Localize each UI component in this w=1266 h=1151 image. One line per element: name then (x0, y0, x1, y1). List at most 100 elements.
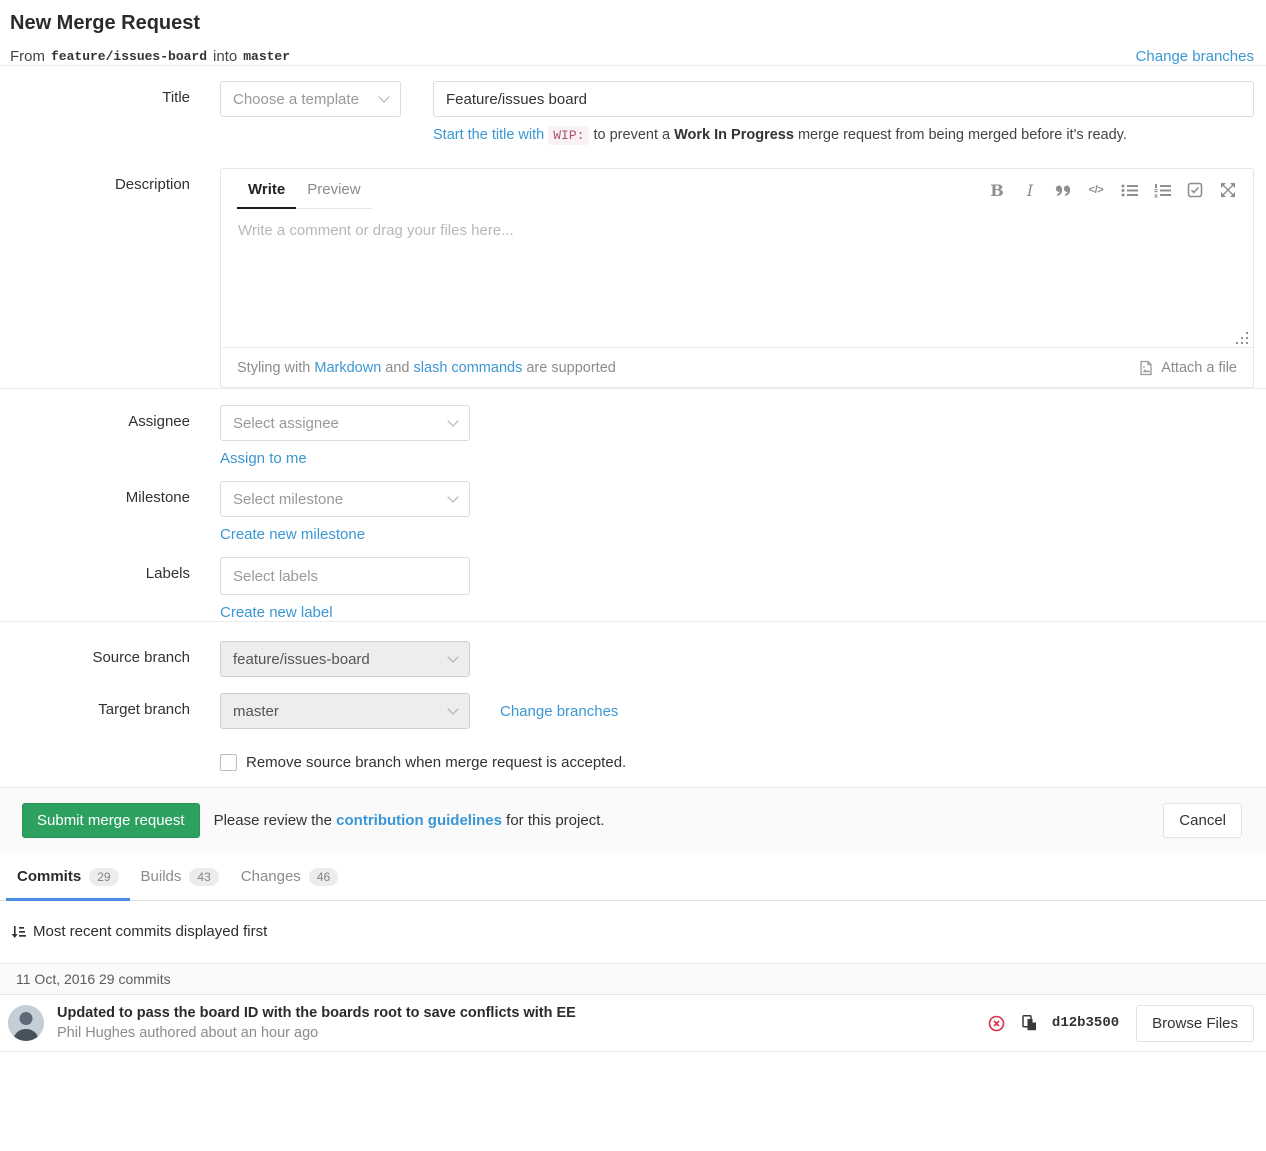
title-label: Title (0, 81, 190, 106)
description-row: Description Write Preview B I </> (0, 168, 1266, 388)
attach-image-icon (1138, 360, 1154, 376)
slash-commands-link[interactable]: slash commands (414, 360, 523, 376)
labels-row: Labels Select labels Create new label (0, 557, 1266, 621)
milestone-dropdown-value: Select milestone (233, 491, 343, 508)
commit-sha[interactable]: d12b3500 (1052, 1015, 1119, 1031)
change-branches-link-top[interactable]: Change branches (1136, 48, 1254, 65)
cancel-button[interactable]: Cancel (1163, 803, 1242, 838)
assignee-row: Assignee Select assignee Assign to me (0, 405, 1266, 467)
tab-builds[interactable]: Builds 43 (130, 853, 230, 900)
labels-input[interactable]: Select labels (220, 557, 470, 595)
tab-write[interactable]: Write (237, 169, 296, 208)
description-label: Description (0, 168, 190, 193)
new-merge-request-page: New Merge Request From feature/issues-bo… (0, 12, 1266, 1052)
quote-icon[interactable] (1054, 181, 1072, 199)
milestone-dropdown[interactable]: Select milestone (220, 481, 470, 517)
page-title: New Merge Request (10, 12, 1254, 35)
assignee-dropdown-value: Select assignee (233, 415, 339, 432)
target-branch-row: Target branch master Change branches (0, 693, 1266, 729)
remove-source-branch-label[interactable]: Remove source branch when merge request … (246, 754, 626, 771)
review-note: Please review the contribution guideline… (214, 812, 605, 829)
markdown-link[interactable]: Markdown (314, 360, 381, 376)
chevron-down-icon (447, 415, 458, 426)
source-branch-dropdown-value: feature/issues-board (233, 651, 370, 668)
into-label: into (213, 48, 237, 65)
wip-hint: Start the title with WIP: to prevent a W… (433, 127, 1254, 143)
milestone-row: Milestone Select milestone Create new mi… (0, 481, 1266, 543)
labels-input-placeholder: Select labels (233, 568, 318, 585)
commit-title[interactable]: Updated to pass the board ID with the bo… (57, 1003, 576, 1023)
tab-preview[interactable]: Preview (296, 169, 371, 208)
browse-files-button[interactable]: Browse Files (1136, 1005, 1254, 1042)
title-row: Title Choose a template (0, 81, 1266, 117)
labels-label: Labels (0, 557, 190, 582)
commit-row: Updated to pass the board ID with the bo… (0, 995, 1266, 1052)
page-header: New Merge Request From feature/issues-bo… (0, 12, 1266, 65)
target-branch-dropdown[interactable]: master (220, 693, 470, 729)
change-branches-link-form[interactable]: Change branches (500, 703, 618, 720)
remove-source-branch-row: Remove source branch when merge request … (220, 754, 1266, 771)
source-branch-row: Source branch feature/issues-board (0, 641, 1266, 677)
fullscreen-icon[interactable] (1219, 181, 1237, 199)
commits-count-badge: 29 (89, 868, 118, 886)
header-divider (0, 65, 1266, 66)
target-branch-name: master (243, 49, 290, 64)
template-dropdown[interactable]: Choose a template (220, 81, 401, 117)
remove-source-branch-checkbox[interactable] (220, 754, 237, 771)
chevron-down-icon (447, 651, 458, 662)
create-new-label-link[interactable]: Create new label (220, 604, 333, 621)
create-new-milestone-link[interactable]: Create new milestone (220, 526, 365, 543)
sort-note: Most recent commits displayed first (10, 923, 1266, 940)
markdown-toolbar: B I </> (988, 181, 1237, 209)
commit-meta: Phil Hughes authored about an hour ago (57, 1023, 576, 1043)
build-failed-icon[interactable] (988, 1015, 1005, 1032)
bullet-list-icon[interactable] (1120, 181, 1138, 199)
target-branch-label: Target branch (0, 693, 190, 718)
commit-actions: d12b3500 Browse Files (988, 1005, 1254, 1042)
italic-icon[interactable]: I (1021, 181, 1039, 199)
sort-order-icon (10, 924, 26, 940)
from-label: From (10, 48, 45, 65)
chevron-down-icon (447, 491, 458, 502)
mr-tabs: Commits 29 Builds 43 Changes 46 (0, 853, 1266, 901)
source-branch-dropdown[interactable]: feature/issues-board (220, 641, 470, 677)
wip-hint-link[interactable]: Start the title with (433, 127, 544, 143)
code-icon[interactable]: </> (1087, 181, 1105, 199)
contribution-guidelines-link[interactable]: contribution guidelines (336, 812, 502, 829)
copy-sha-icon[interactable] (1022, 1015, 1037, 1031)
changes-count-badge: 46 (309, 868, 338, 886)
template-dropdown-value: Choose a template (233, 91, 359, 108)
numbered-list-icon[interactable] (1153, 181, 1171, 199)
markdown-header: Write Preview B I </> (221, 169, 1253, 209)
description-placeholder: Write a comment or drag your files here.… (238, 222, 1236, 239)
commits-date-header: 11 Oct, 2016 29 commits (0, 963, 1266, 995)
tab-commits[interactable]: Commits 29 (6, 853, 130, 900)
form-actions-bar: Submit merge request Please review the c… (0, 787, 1266, 853)
commit-text: Updated to pass the board ID with the bo… (57, 1003, 576, 1043)
assignee-dropdown[interactable]: Select assignee (220, 405, 470, 441)
avatar[interactable] (8, 1005, 44, 1041)
bold-icon[interactable]: B (988, 181, 1006, 199)
tab-changes[interactable]: Changes 46 (230, 853, 349, 900)
chevron-down-icon (378, 91, 389, 102)
source-branch-label: Source branch (0, 641, 190, 666)
branch-summary: From feature/issues-board into master Ch… (10, 48, 1254, 65)
resize-grip[interactable] (1236, 332, 1248, 344)
wip-code-chip: WIP: (548, 126, 589, 145)
attach-file-button[interactable]: Attach a file (1138, 360, 1237, 376)
assignee-label: Assignee (0, 405, 190, 430)
description-textarea[interactable]: Write a comment or drag your files here.… (221, 209, 1253, 347)
submit-merge-request-button[interactable]: Submit merge request (22, 803, 200, 838)
wip-bold-text: Work In Progress (674, 127, 794, 143)
builds-count-badge: 43 (189, 868, 218, 886)
markdown-footer: Styling with Markdown and slash commands… (221, 347, 1253, 387)
title-input[interactable] (433, 81, 1254, 117)
chevron-down-icon (447, 703, 458, 714)
task-list-icon[interactable] (1186, 181, 1204, 199)
assign-to-me-link[interactable]: Assign to me (220, 450, 307, 467)
source-branch-name: feature/issues-board (51, 49, 207, 64)
editor-tabs: Write Preview (237, 169, 372, 209)
milestone-label: Milestone (0, 481, 190, 506)
description-editor: Write Preview B I </> (220, 168, 1254, 388)
section-divider-1 (0, 388, 1266, 389)
